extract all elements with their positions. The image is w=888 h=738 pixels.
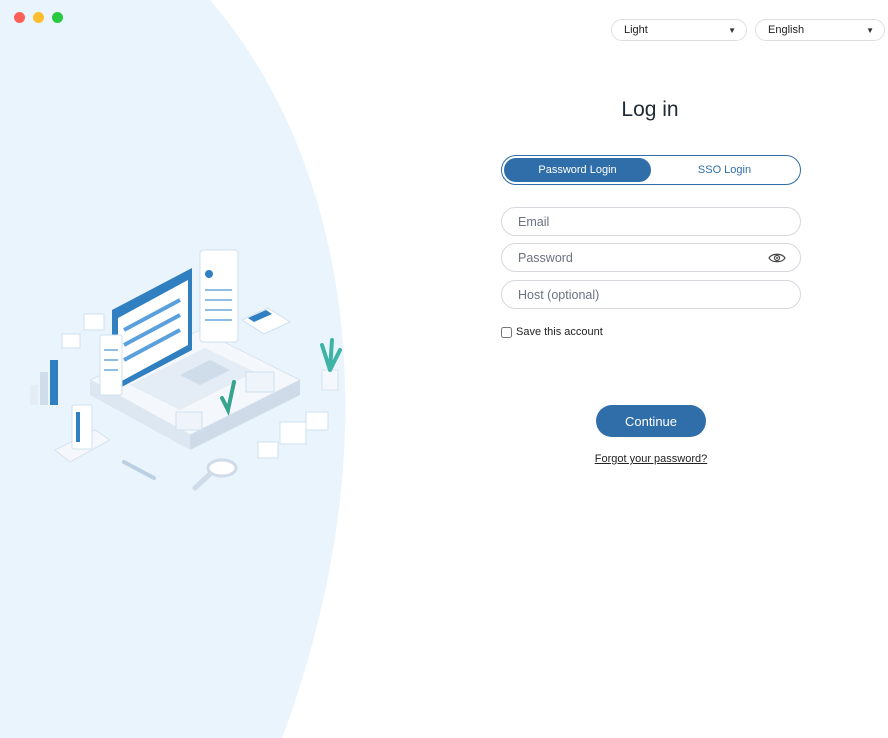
email-field-wrapper — [501, 207, 801, 236]
theme-select-value: Light — [624, 24, 648, 36]
theme-select[interactable]: Light ▼ — [611, 19, 747, 41]
close-window-button[interactable] — [14, 12, 25, 23]
app-window: Light ▼ English ▼ Log in Password Login … — [0, 0, 888, 738]
password-input[interactable] — [516, 249, 768, 266]
show-password-eye-icon[interactable] — [768, 252, 786, 264]
forgot-password-link[interactable]: Forgot your password? — [550, 453, 752, 465]
email-input[interactable] — [516, 213, 786, 230]
minimize-window-button[interactable] — [33, 12, 44, 23]
language-select-value: English — [768, 24, 805, 36]
continue-button[interactable]: Continue — [596, 405, 706, 437]
tab-password-login[interactable]: Password Login — [504, 158, 651, 182]
save-account-checkbox[interactable] — [501, 326, 512, 338]
window-controls — [14, 12, 63, 23]
language-select[interactable]: English ▼ — [755, 19, 885, 41]
illustration-panel — [0, 0, 346, 738]
tab-sso-login[interactable]: SSO Login — [651, 158, 798, 182]
host-input[interactable] — [516, 286, 786, 303]
password-field-wrapper — [501, 243, 801, 272]
chevron-down-icon: ▼ — [728, 25, 736, 35]
save-account-label: Save this account — [516, 326, 603, 338]
login-mode-tabs: Password Login SSO Login — [501, 155, 801, 185]
chevron-down-icon: ▼ — [866, 25, 874, 35]
maximize-window-button[interactable] — [52, 12, 63, 23]
page-title: Log in — [621, 98, 679, 121]
host-field-wrapper — [501, 280, 801, 309]
save-account-row: Save this account — [501, 326, 603, 338]
